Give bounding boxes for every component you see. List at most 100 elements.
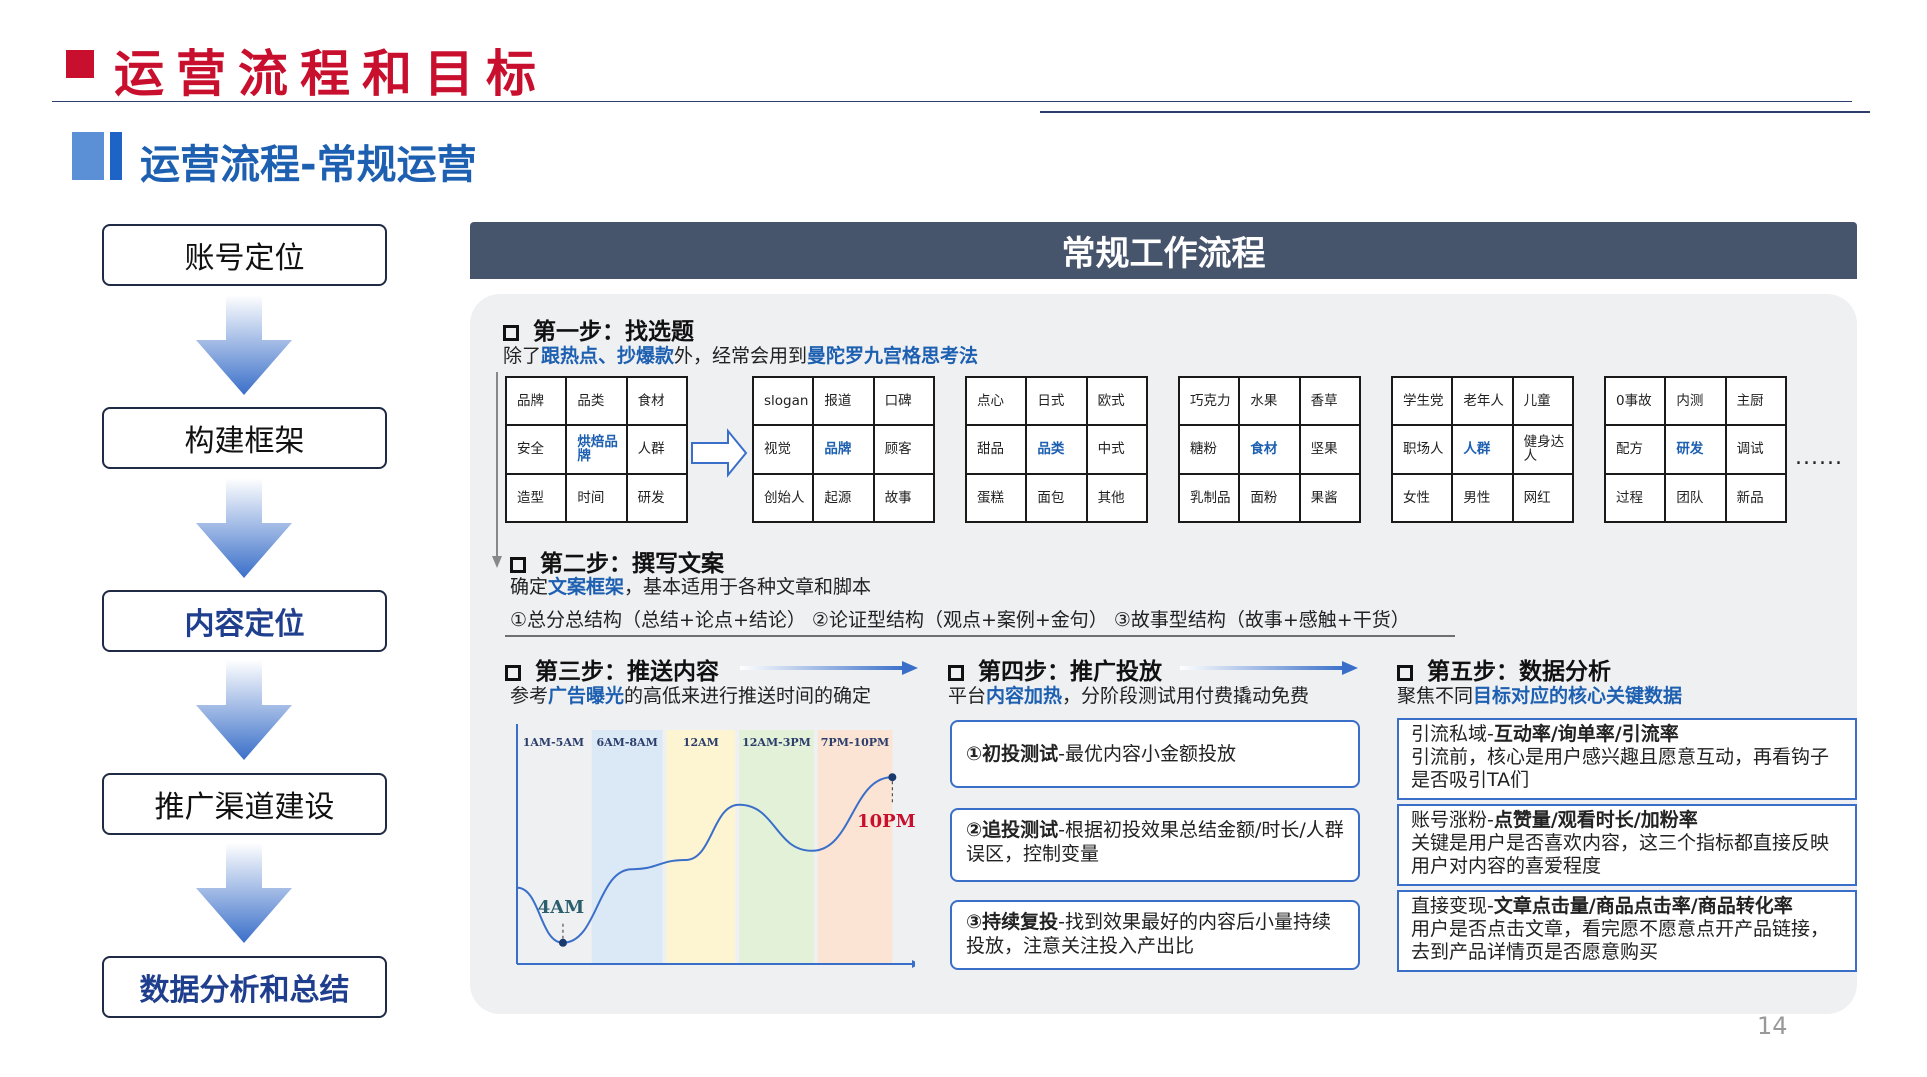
grid-cell: 儿童 bbox=[1513, 378, 1572, 425]
grid-cell: 品类 bbox=[567, 378, 626, 425]
flow-step-promotion-channels: 推广渠道建设 bbox=[102, 773, 387, 835]
grid-cell: 口碑 bbox=[874, 378, 933, 425]
subtitle-marker-accent bbox=[110, 132, 122, 180]
down-arrow-icon bbox=[196, 660, 292, 760]
grid-cell: 品牌 bbox=[814, 426, 873, 473]
grid-cell: 巧克力 bbox=[1180, 378, 1239, 425]
grid-cell: 团队 bbox=[1666, 474, 1725, 521]
step5-desc: 聚焦不同目标对应的核心关键数据 bbox=[1397, 685, 1683, 707]
band-label: 7PM-10PM bbox=[821, 736, 889, 749]
follow-up-test-box: ②追投测试-根据初投效果总结金额/时长/人群误区，控制变量 bbox=[950, 808, 1360, 882]
step2-desc: 确定文案框架，基本适用于各种文章和脚本 bbox=[510, 576, 872, 598]
initial-test-box: ①初投测试-最优内容小金额投放 bbox=[950, 720, 1360, 788]
grid-cell: 安全 bbox=[507, 426, 566, 473]
grid-cell: 甜品 bbox=[967, 426, 1026, 473]
grid-cell: 调试 bbox=[1726, 426, 1785, 473]
grid-cell: 创始人 bbox=[754, 474, 813, 521]
private-traffic-box: 引流私域-互动率/询单率/引流率 引流前，核心是用户感兴趣且愿意互动，再看钩子是否… bbox=[1397, 718, 1857, 800]
grid-cell: 中式 bbox=[1087, 426, 1146, 473]
grid-cell: 职场人 bbox=[1393, 426, 1452, 473]
grid-cell: 时间 bbox=[567, 474, 626, 521]
step-arrow bbox=[1180, 661, 1358, 675]
band-label: 12AM-3PM bbox=[742, 736, 811, 749]
time-band bbox=[519, 730, 588, 964]
grid-cell: 故事 bbox=[874, 474, 933, 521]
grid-cell: 食材 bbox=[1240, 426, 1299, 473]
grid-cell: 欧式 bbox=[1087, 378, 1146, 425]
step3-desc: 参考广告曝光的高低来进行推送时间的确定 bbox=[510, 685, 872, 707]
grid-cell: 水果 bbox=[1240, 378, 1299, 425]
grid-cell: 过程 bbox=[1606, 474, 1665, 521]
time-band bbox=[666, 730, 736, 964]
title-marker bbox=[66, 50, 94, 78]
grid-cell: 顾客 bbox=[874, 426, 933, 473]
step-connector-line bbox=[492, 372, 502, 568]
peak-annotation: 10PM bbox=[857, 811, 915, 832]
grid-cell: 点心 bbox=[967, 378, 1026, 425]
step4-desc: 平台内容加热，分阶段测试用付费撬动免费 bbox=[948, 685, 1310, 707]
grid-cell: 品类 bbox=[1027, 426, 1086, 473]
time-band bbox=[739, 730, 814, 964]
grid-cell: 女性 bbox=[1393, 474, 1452, 521]
peak-point-marker bbox=[888, 773, 897, 782]
grid-cell: 坚果 bbox=[1300, 426, 1359, 473]
grid-cell: 起源 bbox=[814, 474, 873, 521]
checkbox-icon bbox=[510, 556, 526, 573]
more-indicator: ...... bbox=[1795, 445, 1843, 470]
grid-cell: 健身达人 bbox=[1513, 426, 1572, 473]
mandala-grid: 0事故 内测 主厨 配方 研发 调试 过程 团队 新品 bbox=[1604, 376, 1787, 523]
page-subtitle: 运营流程-常规运营 bbox=[140, 142, 477, 188]
grid-cell: 新品 bbox=[1726, 474, 1785, 521]
grid-cell: 人群 bbox=[627, 426, 686, 473]
grid-cell: 内测 bbox=[1666, 378, 1725, 425]
title-rule-accent bbox=[1040, 111, 1870, 113]
grid-cell: 日式 bbox=[1027, 378, 1086, 425]
low-point-marker bbox=[558, 938, 567, 947]
flow-step-account-positioning: 账号定位 bbox=[102, 224, 387, 286]
grid-cell: 配方 bbox=[1606, 426, 1665, 473]
band-label: 12AM bbox=[683, 736, 719, 749]
flow-step-data-analysis: 数据分析和总结 bbox=[102, 956, 387, 1018]
mandala-grid: 巧克力 水果 香草 糖粉 食材 坚果 乳制品 面粉 果酱 bbox=[1178, 376, 1361, 523]
grid-cell: slogan bbox=[754, 378, 813, 425]
grid-cell: 研发 bbox=[1666, 426, 1725, 473]
checkbox-icon bbox=[505, 664, 521, 681]
grid-cell: 面包 bbox=[1027, 474, 1086, 521]
push-time-chart: 1AM-5AM 6AM-8AM 12AM 12AM-3PM 7PM-10PM 4AM 10P… bbox=[516, 724, 915, 968]
step-arrow bbox=[740, 661, 918, 675]
title-rule bbox=[52, 101, 1852, 102]
time-band bbox=[591, 730, 663, 964]
step2-structures: ①总分总结构（总结+论点+结论） ②论证型结构（观点+案例+金句） ③故事型结构… bbox=[510, 609, 1410, 631]
follower-growth-box: 账号涨粉-点赞量/观看时长/加粉率 关键是用户是否喜欢内容，这三个指标都直接反映用… bbox=[1397, 804, 1857, 886]
band-label: 1AM-5AM bbox=[523, 736, 584, 749]
mandala-grid: 品牌 品类 食材安全 烘焙品牌 人群造型 时间 研发 bbox=[505, 376, 688, 523]
mandala-grid: slogan 报道 口碑 视觉 品牌 顾客 创始人 起源 故事 bbox=[752, 376, 935, 523]
checkbox-icon bbox=[503, 324, 519, 341]
grid-cell: 造型 bbox=[507, 474, 566, 521]
grid-cell: 品牌 bbox=[507, 378, 566, 425]
down-arrow-icon bbox=[196, 295, 292, 395]
grid-cell: 果酱 bbox=[1300, 474, 1359, 521]
time-band bbox=[817, 730, 893, 964]
grid-cell: 主厨 bbox=[1726, 378, 1785, 425]
continuous-reinvest-box: ③持续复投-找到效果最好的内容后小量持续投放，注意关注投入产出比 bbox=[950, 900, 1360, 970]
divider-line bbox=[505, 635, 1455, 637]
grid-cell: 老年人 bbox=[1453, 378, 1512, 425]
down-arrow-icon bbox=[196, 478, 292, 578]
mandala-grid: 学生党 老年人 儿童 职场人 人群 健身达人 女性 男性 网红 bbox=[1391, 376, 1574, 523]
grid-cell: 烘焙品牌 bbox=[567, 426, 626, 473]
monetization-box: 直接变现-文章点击量/商品点击率/商品转化率 用户是否点击文章，看完愿不愿意点开产… bbox=[1397, 890, 1857, 972]
grid-cell: 其他 bbox=[1087, 474, 1146, 521]
grid-cell: 人群 bbox=[1453, 426, 1512, 473]
down-arrow-icon bbox=[196, 843, 292, 943]
grid-cell: 蛋糕 bbox=[967, 474, 1026, 521]
grid-cell: 男性 bbox=[1453, 474, 1512, 521]
grid-cell: 乳制品 bbox=[1180, 474, 1239, 521]
grid-cell: 研发 bbox=[627, 474, 686, 521]
panel-header: 常规工作流程 bbox=[470, 222, 1857, 279]
grid-cell: 食材 bbox=[627, 378, 686, 425]
flow-step-content-positioning: 内容定位 bbox=[102, 590, 387, 652]
grid-cell: 面粉 bbox=[1240, 474, 1299, 521]
flow-step-build-framework: 构建框架 bbox=[102, 407, 387, 469]
checkbox-icon bbox=[1397, 664, 1413, 681]
